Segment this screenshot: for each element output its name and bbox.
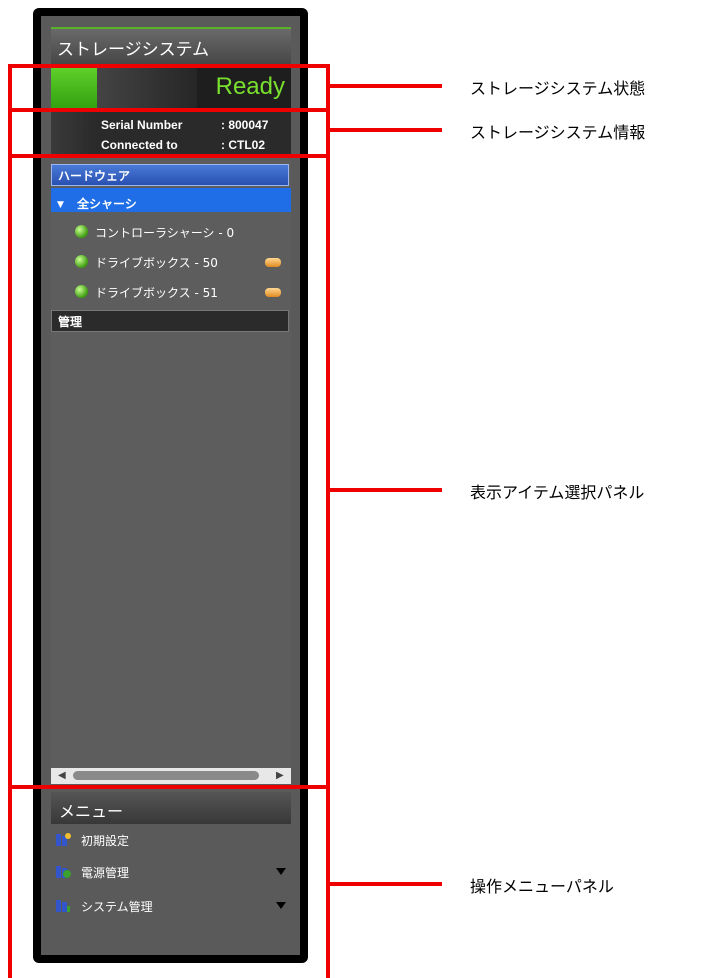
tree-item-label: コントローラシャーシ - 0 <box>95 226 235 240</box>
annotation-divider <box>8 785 330 789</box>
menu-header: メニュー <box>51 792 291 824</box>
menu-item-label: 電源管理 <box>81 866 130 880</box>
expand-icon[interactable]: ▼ <box>57 194 64 216</box>
callout-line-status <box>330 84 442 88</box>
tree-item-label: ドライブボックス - 51 <box>95 286 218 300</box>
tree-item-drive-box-51[interactable]: ドライブボックス - 51 <box>51 278 291 306</box>
section-manage[interactable]: 管理 <box>51 310 289 332</box>
tree-item-drive-box-50[interactable]: ドライブボックス - 50 <box>51 248 291 276</box>
item-selection-panel: ハードウェア ▼ 全シャーシ コントローラシャーシ - 0 ドライブボックス -… <box>51 160 291 785</box>
callout-info: ストレージシステム情報 <box>470 123 646 142</box>
status-ok-icon <box>75 255 88 268</box>
submenu-arrow-icon[interactable] <box>276 902 286 909</box>
panel-title: ストレージシステム <box>57 40 210 60</box>
scroll-left-icon[interactable]: ◀ <box>58 770 66 781</box>
callout-status: ストレージシステム状態 <box>470 79 646 98</box>
system-icon <box>56 900 70 912</box>
settings-icon <box>56 833 71 846</box>
warning-badge-icon <box>265 288 281 297</box>
menu-item-label: システム管理 <box>81 900 153 914</box>
callout-line-menu <box>330 882 442 886</box>
horizontal-scrollbar[interactable]: ◀ ▶ <box>51 768 291 784</box>
status-ok-icon <box>75 225 88 238</box>
menu-item-initial-setup[interactable]: 初期設定 <box>51 826 291 852</box>
section-hardware[interactable]: ハードウェア <box>51 164 289 186</box>
callout-line-selection <box>330 488 442 492</box>
annotation-box-status <box>8 64 330 112</box>
panel-header: ストレージシステム <box>51 27 291 67</box>
warning-badge-icon <box>265 258 281 267</box>
annotation-line-left <box>8 154 12 978</box>
tree-item-label: ドライブボックス - 50 <box>95 256 218 270</box>
callout-selection-panel: 表示アイテム選択パネル <box>470 483 645 502</box>
tree-item-all-chassis[interactable]: ▼ 全シャーシ <box>51 188 291 212</box>
menu-title: メニュー <box>59 802 124 821</box>
power-icon <box>56 866 71 878</box>
annotation-line-right <box>326 154 330 978</box>
menu-item-label: 初期設定 <box>81 834 130 848</box>
scroll-thumb[interactable] <box>73 771 259 780</box>
scroll-right-icon[interactable]: ▶ <box>276 770 284 781</box>
menu-item-system-management[interactable]: システム管理 <box>51 892 291 918</box>
annotation-box-info <box>8 108 330 158</box>
submenu-arrow-icon[interactable] <box>276 868 286 875</box>
callout-line-info <box>330 128 442 132</box>
menu-item-power-management[interactable]: 電源管理 <box>51 858 291 884</box>
tree-item-label: 全シャーシ <box>77 197 137 211</box>
status-ok-icon <box>75 285 88 298</box>
tree-item-controller-chassis[interactable]: コントローラシャーシ - 0 <box>51 218 291 246</box>
callout-menu-panel: 操作メニューパネル <box>470 877 614 896</box>
